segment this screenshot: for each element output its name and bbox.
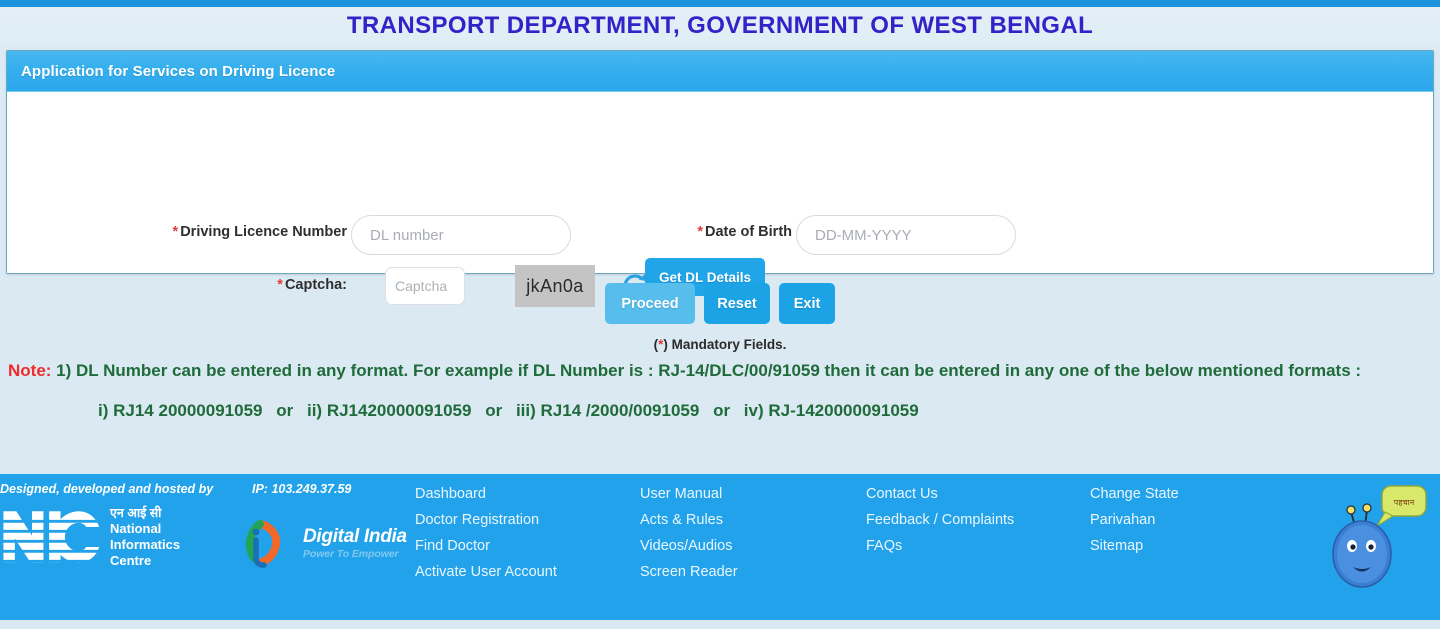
action-button-row: Proceed Reset Exit — [0, 283, 1440, 324]
date-of-birth-input[interactable] — [796, 215, 1016, 255]
driving-licence-number-label: * Driving Licence Number — [127, 224, 347, 240]
footer-link-screen-reader[interactable]: Screen Reader — [640, 564, 738, 580]
footer-link-faqs[interactable]: FAQs — [866, 538, 1014, 554]
panel-header-title: Application for Services on Driving Lice… — [21, 62, 336, 80]
note-label: Note: — [8, 361, 52, 380]
nic-logo-text: एन आई सी National Informatics Centre — [110, 506, 180, 569]
note-example-or: or — [485, 401, 503, 421]
site-footer: Designed, developed and hosted by IP: 10… — [0, 474, 1440, 620]
page-title: TRANSPORT DEPARTMENT, GOVERNMENT OF WEST… — [346, 12, 1094, 39]
footer-link-find-doctor[interactable]: Find Doctor — [415, 538, 557, 554]
footer-link-dashboard[interactable]: Dashboard — [415, 486, 557, 502]
footer-link-activate-user-account[interactable]: Activate User Account — [415, 564, 557, 580]
ip-address-text: IP: 103.249.37.59 — [252, 482, 352, 496]
digital-india-text: Digital India Power To Empower — [303, 527, 407, 560]
note-example-index: iii) — [515, 401, 536, 421]
footer-link-parivahan[interactable]: Parivahan — [1090, 512, 1179, 528]
note-block: Note: 1) DL Number can be entered in any… — [8, 358, 1428, 425]
note-examples: i) RJ14 20000091059 or ii) RJ14200000910… — [8, 398, 1428, 424]
footer-link-contact-us[interactable]: Contact Us — [866, 486, 1014, 502]
reset-button[interactable]: Reset — [704, 283, 770, 324]
digital-india-tagline: Power To Empower — [303, 547, 399, 560]
note-example-value: RJ14 20000091059 — [113, 401, 263, 421]
nic-line-2: Informatics — [110, 537, 181, 553]
driving-licence-number-input[interactable] — [351, 215, 571, 255]
nic-logo: एन आई सी National Informatics Centre — [2, 506, 180, 569]
designed-by-text: Designed, developed and hosted by — [0, 482, 214, 496]
panel-body: *Driving Licence Number *Date of Birth *… — [7, 92, 1433, 307]
application-panel: Application for Services on Driving Lice… — [6, 50, 1434, 307]
date-of-birth-label-text: Date of Birth — [705, 224, 792, 240]
footer-link-change-state[interactable]: Change State — [1090, 486, 1179, 502]
date-of-birth-label: * Date of Birth — [607, 224, 792, 240]
footer-column-3: Contact Us Feedback / Complaints FAQs — [866, 486, 1014, 554]
nic-logo-icon — [2, 511, 102, 564]
footer-link-user-manual[interactable]: User Manual — [640, 486, 738, 502]
note-example-value: RJ14 /2000/0091059 — [540, 401, 700, 421]
top-accent-strip — [0, 0, 1440, 7]
note-example-value: RJ1420000091059 — [326, 401, 472, 421]
footer-column-1: Dashboard Doctor Registration Find Docto… — [415, 486, 557, 580]
note-example-index: iv) — [743, 401, 764, 421]
footer-link-videos-audios[interactable]: Videos/Audios — [640, 538, 738, 554]
nic-line-3: Centre — [110, 552, 152, 568]
note-example-value: RJ-1420000091059 — [768, 401, 919, 421]
required-asterisk: * — [697, 224, 703, 240]
required-asterisk: * — [172, 224, 179, 240]
mandatory-fields-note: (*) Mandatory Fields. — [0, 337, 1440, 352]
note-body: 1) DL Number can be entered in any forma… — [51, 361, 1362, 380]
note-example-index: i) — [98, 401, 109, 421]
footer-link-feedback-complaints[interactable]: Feedback / Complaints — [866, 512, 1014, 528]
page-root: TRANSPORT DEPARTMENT, GOVERNMENT OF WEST… — [0, 0, 1440, 629]
footer-column-4: Change State Parivahan Sitemap — [1090, 486, 1179, 554]
panel-header: Application for Services on Driving Lice… — [7, 51, 1433, 92]
digital-india-title: Digital India — [303, 525, 407, 547]
footer-link-acts-and-rules[interactable]: Acts & Rules — [640, 512, 738, 528]
nic-line-1: National — [110, 521, 162, 537]
note-example-or: or — [276, 401, 294, 421]
proceed-button[interactable]: Proceed — [605, 283, 695, 324]
driving-licence-number-label-text: Driving Licence Number — [180, 224, 347, 240]
footer-link-doctor-registration[interactable]: Doctor Registration — [415, 512, 557, 528]
mandatory-suffix: ) Mandatory Fields. — [663, 337, 787, 352]
note-example-or: or — [713, 401, 731, 421]
site-title-bar: TRANSPORT DEPARTMENT, GOVERNMENT OF WEST… — [0, 7, 1440, 45]
note-example-index: ii) — [306, 401, 323, 421]
mascot-icon: पहचान — [1332, 485, 1427, 588]
digital-india-logo: Digital India Power To Empower — [240, 514, 407, 572]
footer-bottom-strip — [0, 620, 1440, 629]
footer-link-sitemap[interactable]: Sitemap — [1090, 538, 1179, 554]
svg-text:पहचान: पहचान — [1394, 498, 1415, 507]
nic-hindi-text: एन आई सी — [110, 506, 162, 520]
footer-column-2: User Manual Acts & Rules Videos/Audios S… — [640, 486, 738, 580]
digital-india-icon — [245, 520, 281, 568]
exit-button[interactable]: Exit — [779, 283, 835, 324]
